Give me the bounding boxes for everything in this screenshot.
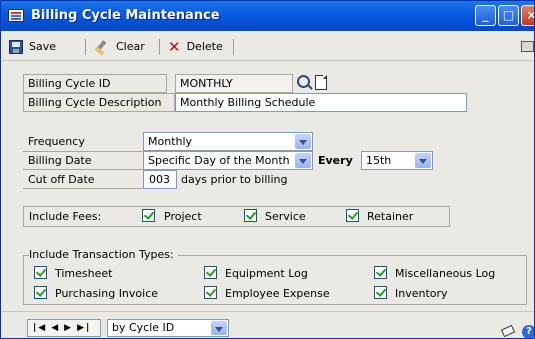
- billing-date-label: Billing Date: [28, 154, 92, 167]
- divider: [23, 188, 143, 189]
- last-record-button[interactable]: ▶|: [77, 323, 91, 333]
- billing-cycle-id-field[interactable]: MONTHLY: [175, 74, 293, 93]
- project-checkbox[interactable]: [142, 209, 155, 222]
- save-button[interactable]: Save: [9, 38, 56, 56]
- miscellaneous-log-checkbox[interactable]: [374, 266, 387, 279]
- purchasing-invoice-label: Purchasing Invoice: [55, 287, 159, 300]
- lookup-icon[interactable]: [297, 75, 310, 88]
- print-icon[interactable]: [521, 41, 534, 52]
- billing-cycle-id-label: Billing Cycle ID: [23, 74, 167, 93]
- inventory-label: Inventory: [395, 287, 448, 300]
- employee-expense-label: Employee Expense: [225, 287, 330, 300]
- billing-date-value: Specific Day of the Month: [148, 154, 290, 167]
- divider: [23, 169, 143, 170]
- sort-by-dropdown[interactable]: by Cycle ID: [107, 319, 229, 337]
- first-record-button[interactable]: |◀: [33, 323, 47, 333]
- clear-label: Clear: [116, 40, 145, 53]
- toolbar-separator: [85, 39, 86, 55]
- service-label: Service: [265, 210, 306, 223]
- window-title: Billing Cycle Maintenance: [31, 8, 220, 23]
- chevron-down-icon[interactable]: [295, 134, 311, 149]
- delete-icon: ✕: [168, 38, 181, 56]
- window-icon: [8, 9, 24, 22]
- toolbar: Save Clear ✕ Delete: [1, 33, 534, 61]
- billing-date-dropdown[interactable]: Specific Day of the Month: [143, 151, 313, 170]
- timesheet-label: Timesheet: [55, 267, 113, 280]
- help-icon[interactable]: ?: [522, 325, 534, 338]
- clear-icon: [94, 40, 110, 54]
- divider: [23, 151, 143, 152]
- chevron-down-icon[interactable]: [415, 153, 431, 168]
- cutoff-days-field[interactable]: 003: [143, 170, 177, 189]
- billing-cycle-window: Billing Cycle Maintenance _ □ × Save Cle…: [0, 0, 535, 339]
- every-dropdown[interactable]: 15th: [361, 151, 433, 170]
- cutoff-date-label: Cut off Date: [28, 173, 95, 186]
- every-value: 15th: [366, 154, 392, 167]
- miscellaneous-log-label: Miscellaneous Log: [395, 267, 496, 280]
- billing-cycle-description-label: Billing Cycle Description: [23, 93, 175, 112]
- chevron-down-icon[interactable]: [211, 321, 227, 335]
- delete-label: Delete: [186, 40, 223, 53]
- retainer-checkbox[interactable]: [346, 209, 359, 222]
- navigation-bar: |◀ ◀ ▶ ▶| by Cycle ID ?: [1, 311, 534, 338]
- maximize-button[interactable]: □: [498, 5, 519, 26]
- sort-by-value: by Cycle ID: [112, 321, 175, 334]
- frequency-label: Frequency: [28, 135, 85, 148]
- save-label: Save: [29, 40, 57, 53]
- every-label: Every: [318, 154, 353, 167]
- title-bar[interactable]: Billing Cycle Maintenance _ □ ×: [1, 1, 534, 31]
- eraser-icon[interactable]: [500, 324, 516, 338]
- frequency-value: Monthly: [148, 135, 193, 148]
- retainer-label: Retainer: [367, 210, 414, 223]
- include-fees-label: Include Fees:: [29, 210, 102, 223]
- close-button[interactable]: ×: [521, 5, 534, 26]
- clear-button[interactable]: Clear: [94, 38, 145, 56]
- note-icon[interactable]: [315, 75, 327, 90]
- cutoff-suffix-label: days prior to billing: [181, 173, 288, 186]
- delete-button[interactable]: ✕ Delete: [168, 38, 223, 56]
- equipment-log-label: Equipment Log: [225, 267, 308, 280]
- record-navigation: |◀ ◀ ▶ ▶|: [27, 319, 101, 337]
- billing-cycle-description-field[interactable]: Monthly Billing Schedule: [175, 93, 467, 112]
- minimize-button[interactable]: _: [475, 5, 496, 26]
- previous-record-button[interactable]: ◀: [51, 323, 60, 333]
- inventory-checkbox[interactable]: [374, 286, 387, 299]
- project-label: Project: [164, 210, 202, 223]
- transaction-types-label: Include Transaction Types:: [29, 248, 178, 261]
- equipment-log-checkbox[interactable]: [204, 266, 217, 279]
- save-icon: [9, 40, 23, 54]
- chevron-down-icon[interactable]: [295, 153, 311, 168]
- toolbar-separator: [159, 39, 160, 55]
- employee-expense-checkbox[interactable]: [204, 286, 217, 299]
- purchasing-invoice-checkbox[interactable]: [34, 286, 47, 299]
- toolbar-separator: [233, 39, 234, 55]
- next-record-button[interactable]: ▶: [64, 323, 73, 333]
- timesheet-checkbox[interactable]: [34, 266, 47, 279]
- service-checkbox[interactable]: [244, 209, 257, 222]
- frequency-dropdown[interactable]: Monthly: [143, 132, 313, 151]
